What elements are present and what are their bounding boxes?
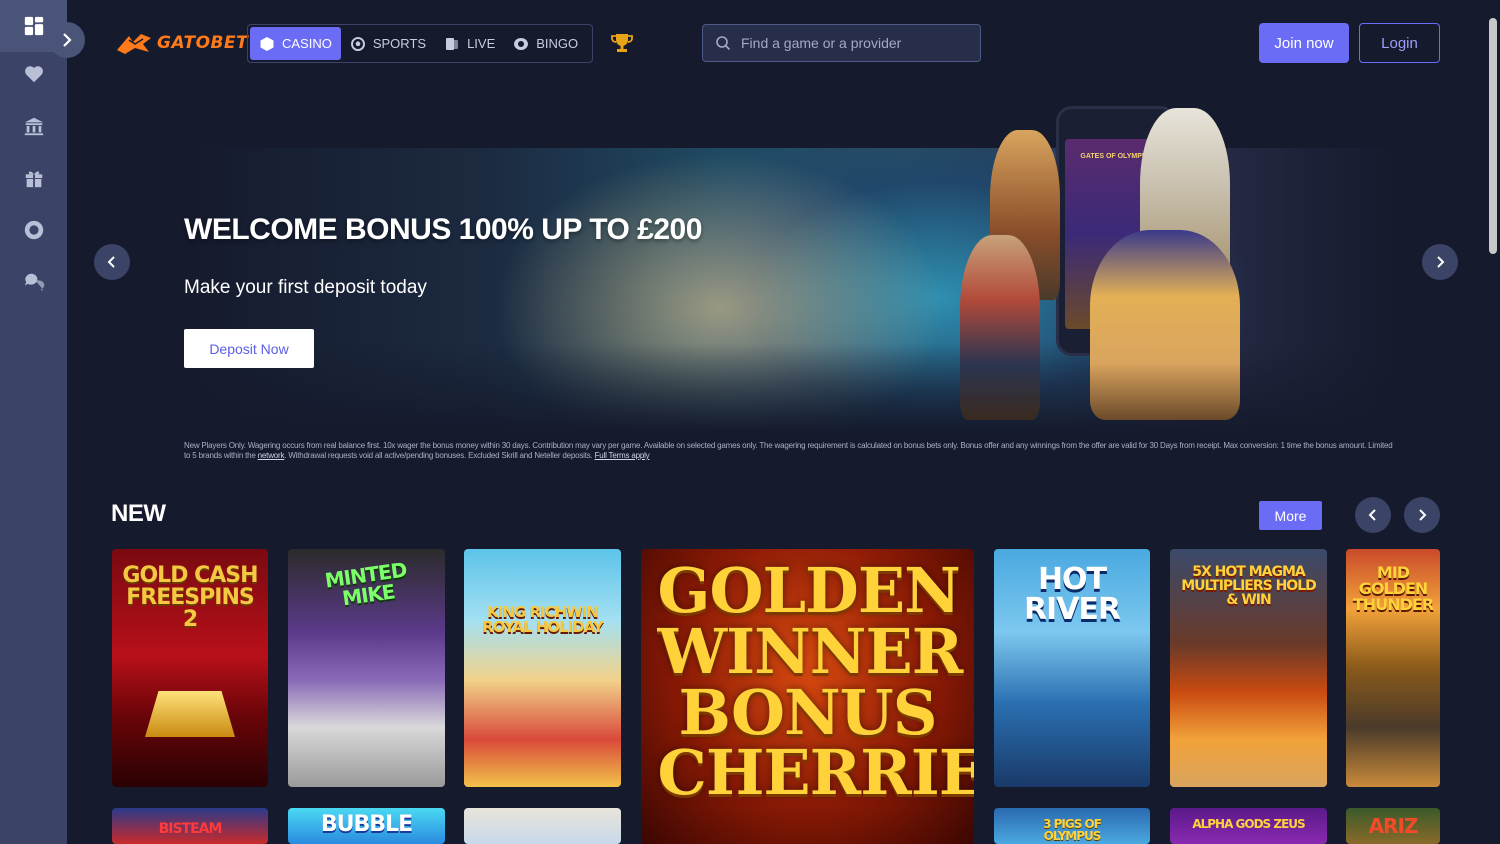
lifebuoy-icon [24,220,43,240]
games-next-button[interactable] [1404,497,1440,533]
logo-text: GATOBET [157,33,249,53]
game-title: 5X HOT MAGMA MULTIPLIERS HOLD & WIN [1181,564,1317,608]
gold-bars-image [145,691,235,737]
chevron-right-icon [1437,256,1445,268]
game-title: GOLD CASH FREESPINS 2 [122,563,258,632]
game-title: KING RICHWIN ROYAL HOLIDAY [482,603,604,636]
game-tile-row2-5[interactable]: ALPHA GODS ZEUS [1170,808,1327,844]
sidebar-item-favourites[interactable] [0,48,67,100]
sidebar [0,0,67,844]
game-tile-row2-4[interactable]: 3 PIGS OF OLYMPUS [994,808,1150,844]
disclaimer-tail: . Withdrawal requests void all active/pe… [284,451,595,460]
sidebar-item-casino[interactable] [0,100,67,152]
banner-hero-figure-4 [1090,230,1240,420]
dice-icon [260,36,274,51]
sidebar-expand-button[interactable] [49,22,85,58]
logo[interactable]: GATOBET [115,28,248,58]
soccer-ball-icon [350,36,365,51]
tab-bingo-label: BINGO [536,36,579,51]
scrollbar-thumb[interactable] [1489,18,1497,254]
game-tile-row2-2[interactable]: BUBBLE [288,808,445,844]
game-title: ARIZ [1368,814,1419,838]
deposit-now-button[interactable]: Deposit Now [184,329,314,368]
game-title: HOT RIVER [1023,562,1121,627]
search-input[interactable] [741,35,961,51]
join-now-button[interactable]: Join now [1259,23,1349,63]
game-tile-king-richwin[interactable]: KING RICHWIN ROYAL HOLIDAY [464,549,621,787]
chevron-right-icon [63,33,72,47]
game-tile-row2-6[interactable]: ARIZ [1346,808,1440,844]
banner-prev-button[interactable] [94,244,130,280]
gift-icon [25,171,42,188]
bingo-ball-icon [514,37,529,50]
game-title: 3 PIGS OF OLYMPUS [1043,817,1102,843]
sidebar-item-help[interactable] [0,204,67,256]
heart-icon [24,66,43,83]
game-tile-row2-1[interactable]: BISTEAM [112,808,268,844]
search-bar[interactable] [702,24,981,62]
section-title-new: NEW [111,500,166,527]
sidebar-item-promotions[interactable] [0,152,67,204]
banner-next-button[interactable] [1422,244,1458,280]
sidebar-item-support[interactable] [0,256,67,308]
tab-casino-label: CASINO [282,36,332,51]
game-tile-golden-winner[interactable]: GOLDEN WINNER BONUS CHERRIES [641,549,974,844]
full-terms-link[interactable]: Full Terms apply [595,451,650,460]
tab-live-label: LIVE [467,36,496,51]
tab-sports-label: SPORTS [372,36,427,51]
game-tile-minted-mike[interactable]: MINTED MIKE [288,549,445,787]
game-title: MID GOLDEN THUNDER [1352,563,1434,614]
support-chat-icon [24,273,44,292]
tab-live[interactable]: LIVE [435,27,504,60]
game-title: BISTEAM [158,821,223,837]
game-title: BUBBLE [320,812,413,837]
chevron-right-icon [1419,509,1427,521]
games-prev-button[interactable] [1355,497,1391,533]
tab-bingo[interactable]: BINGO [504,27,587,60]
game-tile-golden-thunder[interactable]: MID GOLDEN THUNDER [1346,549,1440,787]
cards-icon [446,37,459,50]
network-link[interactable]: network [258,451,285,460]
page-scrollbar[interactable] [1486,0,1500,844]
tab-casino[interactable]: CASINO [250,27,341,60]
more-button[interactable]: More [1259,501,1322,530]
bonus-disclaimer: New Players Only. Wagering occurs from r… [184,441,1394,461]
casino-building-icon [24,117,43,136]
grid-icon [24,16,43,36]
cat-logo-icon [117,34,151,54]
game-tile-hot-river[interactable]: HOT RIVER [994,549,1150,787]
banner-title: WELCOME BONUS 100% UP TO £200 [184,213,702,246]
game-tile-hot-magma[interactable]: 5X HOT MAGMA MULTIPLIERS HOLD & WIN [1170,549,1327,787]
game-title: MINTED MIKE [322,557,408,611]
game-title: ALPHA GODS ZEUS [1192,817,1305,831]
game-tile-row2-3[interactable] [464,808,621,844]
game-title: GOLDEN WINNER BONUS CHERRIES [657,554,975,810]
tab-sports[interactable]: SPORTS [341,27,435,60]
game-tile-gold-cash[interactable]: GOLD CASH FREESPINS 2 [112,549,268,787]
chevron-left-icon [107,256,115,268]
main-nav: CASINO SPORTS LIVE BINGO [247,24,593,63]
banner-hero-figure-3 [960,235,1040,420]
chevron-left-icon [1368,509,1376,521]
login-button[interactable]: Login [1359,23,1440,63]
banner-subtitle: Make your first deposit today [184,277,427,298]
trophy-icon[interactable] [611,32,633,54]
search-icon [716,36,731,51]
